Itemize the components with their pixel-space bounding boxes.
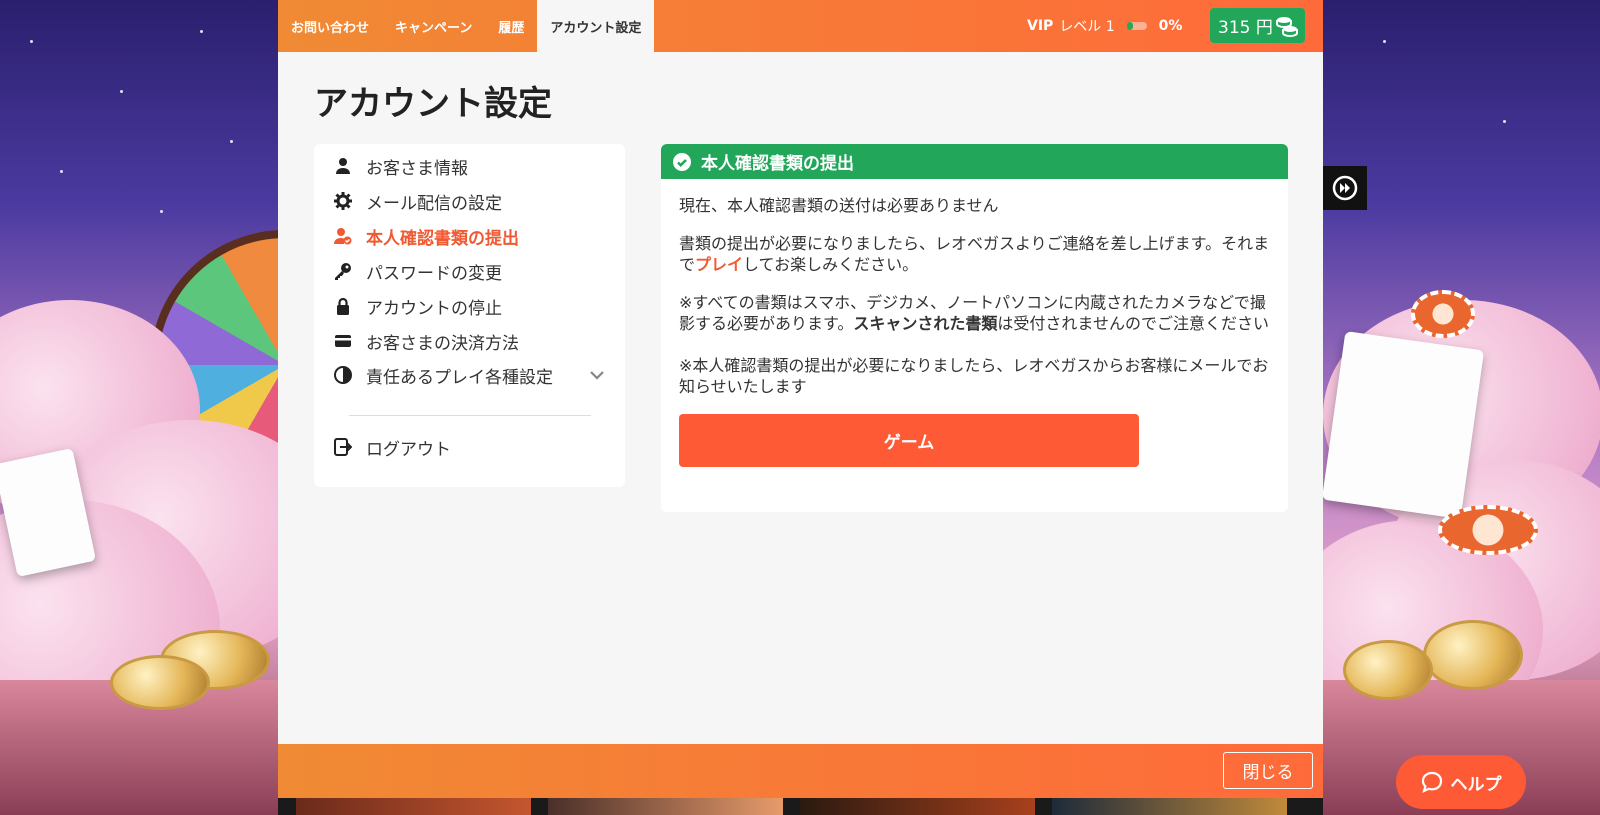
sidebar-item-label: 本人確認書類の提出 (366, 228, 519, 249)
sidebar-item-payment-methods[interactable]: お客さまの決済方法 (334, 326, 614, 356)
game-thumbnail[interactable] (548, 798, 783, 815)
sidebar-item-label: パスワードの変更 (366, 263, 502, 284)
side-drawer-toggle[interactable] (1323, 166, 1367, 210)
vip-progress-bar (1126, 22, 1147, 30)
logout-button[interactable]: ログアウト (334, 432, 614, 462)
balance-amount: 315 円 (1218, 18, 1273, 38)
close-button[interactable]: 閉じる (1223, 752, 1313, 789)
tab-account-settings[interactable]: アカウント設定 (537, 0, 655, 52)
logout-icon (334, 438, 352, 456)
key-icon (335, 263, 351, 280)
paragraph-text: してお楽しみください。 (743, 255, 919, 274)
lock-icon (337, 297, 349, 315)
sidebar-divider (349, 415, 591, 416)
sidebar-item-label: お客さまの決済方法 (366, 333, 519, 354)
tab-history[interactable]: 履歴 (485, 0, 537, 52)
help-label: ヘルプ (1450, 774, 1502, 795)
game-button[interactable]: ゲーム (679, 414, 1139, 467)
email-notice-paragraph: ※本人確認書類の提出が必要になりましたら、レオベガスからお客様にメールでお知らせ… (679, 356, 1269, 396)
coins-stack-icon (1276, 17, 1298, 38)
game-thumbnail[interactable] (800, 798, 1035, 815)
ace-card-image (1323, 331, 1485, 519)
verification-info-paragraph: 書類の提出が必要になりましたら、レオベガスよりご連絡を差し上げます。それまでプレ… (679, 233, 1270, 275)
gear-icon (334, 192, 352, 210)
paragraph-text: は受付されませんのでご注意ください (997, 314, 1269, 333)
sidebar-item-account-suspension[interactable]: アカウントの停止 (334, 291, 614, 321)
sidebar-item-customer-info[interactable]: お客さま情報 (334, 151, 614, 181)
logout-label: ログアウト (366, 439, 451, 460)
background-right-decoration (1323, 0, 1600, 815)
verification-header: 本人確認書類の提出 (661, 144, 1288, 179)
play-link[interactable]: プレイ (695, 255, 743, 274)
tab-contact[interactable]: お問い合わせ (278, 0, 382, 52)
verification-status-text: 現在、本人確認書類の送付は必要ありません (679, 196, 999, 215)
page-title: アカウント設定 (314, 84, 552, 124)
balance-button[interactable]: 315 円 (1210, 8, 1305, 43)
settings-sidebar: お客さま情報 メール配信の設定 本人確認書類の提出 パスワードの変更 アカウント… (314, 144, 625, 487)
check-circle-icon (673, 152, 691, 171)
chat-bubble-icon (1421, 771, 1442, 793)
sidebar-item-identity-documents[interactable]: 本人確認書類の提出 (334, 221, 614, 251)
sidebar-item-responsible-gaming[interactable]: 責任あるプレイ各種設定 (334, 360, 614, 390)
game-thumbnail[interactable] (1052, 798, 1287, 815)
sidebar-item-label: メール配信の設定 (366, 193, 502, 214)
game-thumbnail[interactable] (296, 798, 531, 815)
sidebar-item-mail-settings[interactable]: メール配信の設定 (334, 186, 614, 216)
vip-level-label: レベル 1 (1059, 19, 1115, 35)
scanned-documents-warning: スキャンされた書類 (853, 314, 998, 333)
sidebar-item-label: アカウントの停止 (366, 298, 502, 319)
user-check-icon (334, 228, 352, 245)
tab-campaign[interactable]: キャンペーン (382, 0, 485, 52)
game-thumbnail-strip (278, 798, 1323, 815)
user-icon (336, 158, 350, 174)
vip-status[interactable]: VIP レベル 1 0% (1027, 0, 1182, 52)
credit-card-icon (335, 335, 351, 347)
vip-prefix: VIP (1027, 18, 1054, 34)
sidebar-item-label: お客さま情報 (366, 158, 468, 179)
verification-title: 本人確認書類の提出 (701, 154, 854, 174)
vip-progress-fill (1126, 22, 1133, 30)
sidebar-item-label: 責任あるプレイ各種設定 (366, 367, 553, 388)
document-requirement-paragraph: ※すべての書類はスマホ、デジカメ、ノートパソコンに内蔵されたカメラなどで撮影する… (679, 292, 1270, 334)
top-navigation: お問い合わせ キャンペーン 履歴 アカウント設定 VIP レベル 1 0% 31… (278, 0, 1323, 52)
background-left-decoration (0, 0, 278, 815)
panel-footer: 閉じる (278, 744, 1323, 798)
account-panel: お問い合わせ キャンペーン 履歴 アカウント設定 VIP レベル 1 0% 31… (278, 0, 1323, 815)
vip-progress-label: 0% (1158, 18, 1183, 34)
help-button[interactable]: ヘルプ (1396, 755, 1526, 809)
half-circle-icon (334, 366, 352, 384)
identity-verification-card: 本人確認書類の提出 現在、本人確認書類の送付は必要ありません 書類の提出が必要に… (661, 144, 1288, 512)
fast-forward-circle-icon (1332, 175, 1358, 201)
sidebar-item-change-password[interactable]: パスワードの変更 (334, 256, 614, 286)
chevron-down-icon[interactable] (588, 366, 606, 384)
